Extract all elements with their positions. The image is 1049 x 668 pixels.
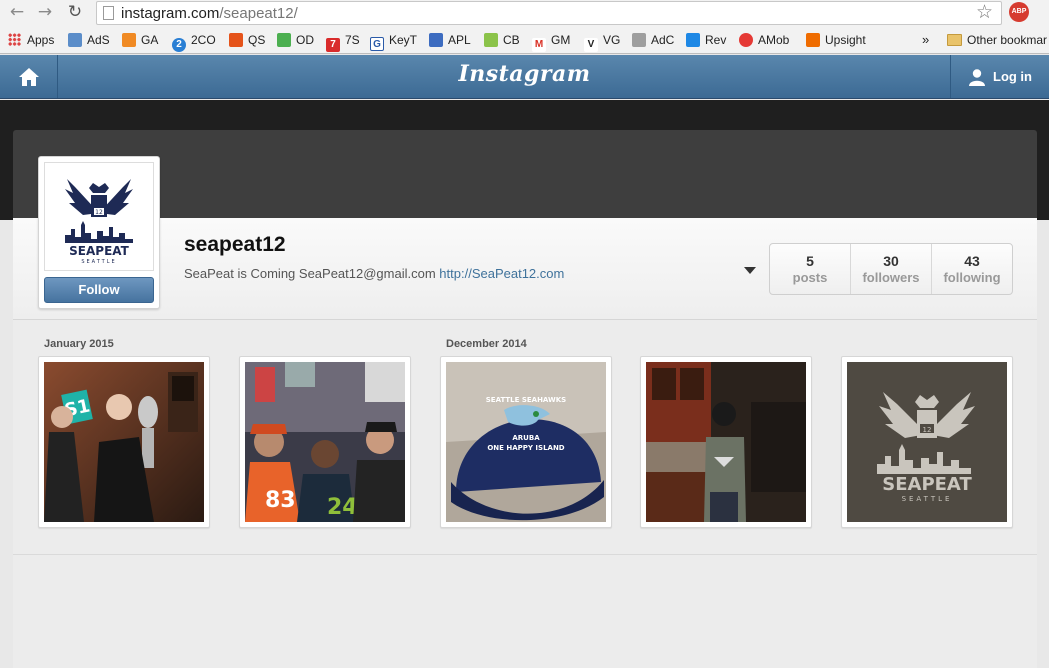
svg-text:SEATTLE: SEATTLE <box>81 259 116 265</box>
profile-username: seapeat12 <box>184 233 286 256</box>
bookmark-apl[interactable]: APL <box>429 30 471 50</box>
bookmarks-overflow[interactable]: » <box>922 30 929 50</box>
bookmarks-bar: Apps AdS GA 2 2CO QS OD 7 7S G KeyT APL CB … <box>0 29 1049 52</box>
bookmark-keyt[interactable]: G KeyT <box>370 30 417 51</box>
avatar-card: 12 SEAPEAT SEATTLE Follow <box>38 156 160 309</box>
svg-text:SEATTLE: SEATTLE <box>902 495 953 503</box>
svg-text:SEAPEAT: SEAPEAT <box>69 244 129 258</box>
cb-icon <box>484 33 498 47</box>
photo-thumbnail[interactable]: SEATTLE SEAHAWKS ARUBA ONE HAPPY ISLAND <box>440 356 612 528</box>
photo-thumbnail[interactable]: S1 <box>38 356 210 528</box>
photo-image: 12 SEAPEAT SEATTLE <box>847 362 1007 522</box>
stat-following-count: 43 <box>964 253 980 269</box>
bookmark-star-icon[interactable]: ☆ <box>976 1 993 23</box>
bio-link[interactable]: http://SeaPeat12.com <box>439 266 564 281</box>
photo-image: S1 <box>44 362 204 522</box>
bookmark-7s[interactable]: 7 7S <box>326 30 360 52</box>
stat-posts[interactable]: 5 posts <box>770 244 851 294</box>
address-bar[interactable]: instagram.com/seapeat12/ <box>96 1 1002 25</box>
photo-thumbnail[interactable]: 83 24 <box>239 356 411 528</box>
keyt-icon: G <box>370 37 384 51</box>
reload-icon[interactable]: ↻ <box>65 2 85 22</box>
bookmark-ads[interactable]: AdS <box>68 30 110 50</box>
svg-text:SEAPEAT: SEAPEAT <box>882 474 972 495</box>
svg-text:SEATTLE SEAHAWKS: SEATTLE SEAHAWKS <box>486 396 566 404</box>
adblock-icon[interactable]: ABP <box>1009 2 1029 22</box>
2co-icon: 2 <box>172 38 186 52</box>
rev-icon <box>686 33 700 47</box>
7s-icon: 7 <box>326 38 340 52</box>
bio-text: SeaPeat is Coming SeaPeat12@gmail.com <box>184 266 436 281</box>
divider <box>13 554 1037 555</box>
nav-row: ← → ↻ instagram.com/seapeat12/ ☆ ABP <box>0 0 1049 26</box>
upsight-icon <box>806 33 820 47</box>
bookmark-rev[interactable]: Rev <box>686 30 726 50</box>
svg-text:12: 12 <box>95 209 103 216</box>
month-label: December 2014 <box>446 338 527 350</box>
apl-icon <box>429 33 443 47</box>
url-text: instagram.com/seapeat12/ <box>121 5 298 22</box>
other-bookmarks[interactable]: Other bookmar <box>947 30 1047 50</box>
profile-bio: SeaPeat is Coming SeaPeat12@gmail.com ht… <box>184 266 564 281</box>
adc-icon <box>632 33 646 47</box>
avatar[interactable]: 12 SEAPEAT SEATTLE <box>44 162 154 271</box>
bookmark-adc[interactable]: AdC <box>632 30 674 50</box>
bookmark-vg[interactable]: V VG <box>584 30 620 52</box>
stat-posts-count: 5 <box>806 253 814 269</box>
stat-followers-count: 30 <box>883 253 899 269</box>
svg-text:24: 24 <box>327 495 358 520</box>
qs-icon <box>229 33 243 47</box>
ads-icon <box>68 33 82 47</box>
browser-chrome: ← → ↻ instagram.com/seapeat12/ ☆ ABP App… <box>0 0 1049 54</box>
photo-image: SEATTLE SEAHAWKS ARUBA ONE HAPPY ISLAND <box>446 362 606 522</box>
instagram-header: Instagram Log in <box>0 55 1049 99</box>
vg-icon: V <box>584 38 598 52</box>
amob-icon <box>739 33 753 47</box>
instagram-logo[interactable]: Instagram <box>0 61 1049 87</box>
back-arrow-icon[interactable]: ← <box>7 2 27 22</box>
photo-image: 83 24 <box>245 362 405 522</box>
photo-thumbnail[interactable] <box>640 356 812 528</box>
bookmark-apps[interactable]: Apps <box>8 30 54 50</box>
stat-following-label: following <box>943 270 1001 285</box>
seapeat-logo-image: 12 SEAPEAT SEATTLE <box>65 179 133 265</box>
login-button[interactable]: Log in <box>950 55 1049 98</box>
cover-area <box>13 130 1037 220</box>
svg-text:12: 12 <box>923 426 932 434</box>
svg-text:ONE HAPPY ISLAND: ONE HAPPY ISLAND <box>487 444 564 452</box>
svg-text:ARUBA: ARUBA <box>512 434 540 442</box>
chevron-down-icon[interactable] <box>744 267 756 274</box>
stat-following[interactable]: 43 following <box>932 244 1012 294</box>
svg-text:83: 83 <box>265 488 296 513</box>
bookmark-upsight[interactable]: Upsight <box>806 30 866 50</box>
profile-stats: 5 posts 30 followers 43 following <box>769 243 1013 295</box>
stat-followers-label: followers <box>862 270 920 285</box>
analytics-icon <box>122 33 136 47</box>
page-icon <box>103 6 114 20</box>
month-label: January 2015 <box>44 338 114 350</box>
forward-arrow-icon[interactable]: → <box>35 2 55 22</box>
od-icon <box>277 33 291 47</box>
bookmark-amob[interactable]: AMob <box>739 30 789 50</box>
login-label: Log in <box>993 69 1032 84</box>
folder-icon <box>947 34 962 46</box>
user-icon <box>969 68 985 86</box>
bookmark-gm[interactable]: M GM <box>532 30 570 52</box>
gmail-icon: M <box>532 38 546 52</box>
apps-grid-icon <box>8 33 21 46</box>
bookmark-2co[interactable]: 2 2CO <box>172 30 216 52</box>
photo-image <box>646 362 806 522</box>
bookmark-qs[interactable]: QS <box>229 30 265 50</box>
bookmark-ga[interactable]: GA <box>122 30 158 50</box>
bookmark-od[interactable]: OD <box>277 30 314 50</box>
follow-button[interactable]: Follow <box>44 277 154 303</box>
stat-followers[interactable]: 30 followers <box>851 244 932 294</box>
bookmark-cb[interactable]: CB <box>484 30 520 50</box>
stat-posts-label: posts <box>792 270 828 285</box>
photo-thumbnail[interactable]: 12 SEAPEAT SEATTLE <box>841 356 1013 528</box>
